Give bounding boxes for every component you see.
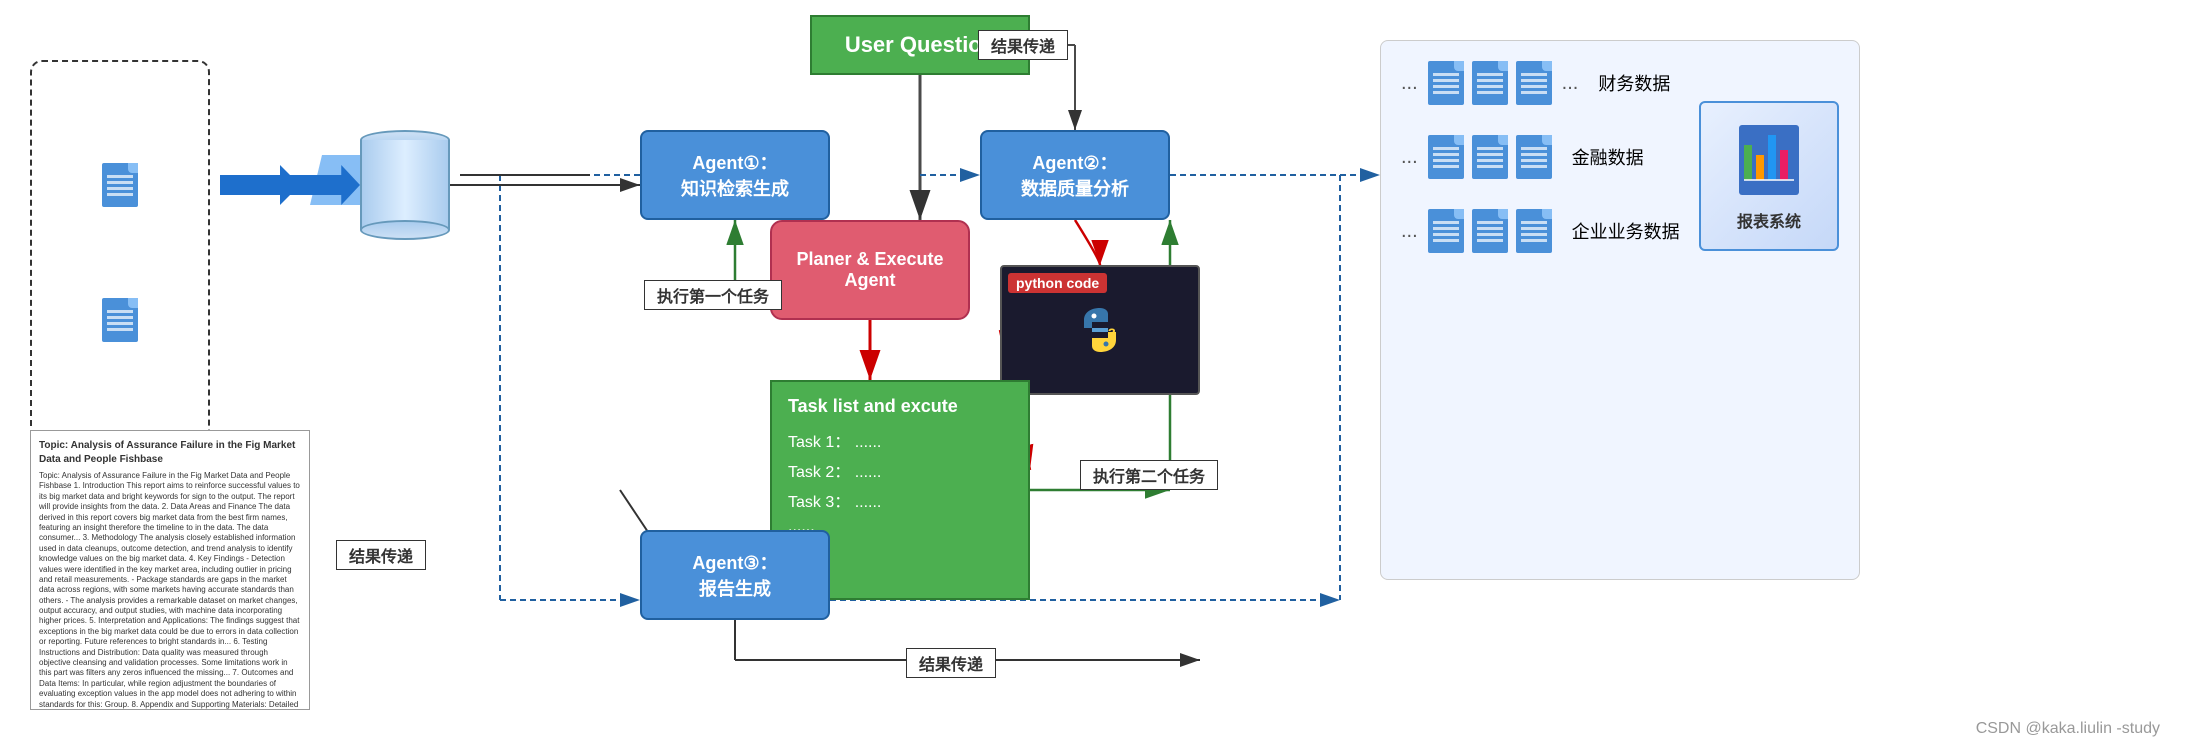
- business-label: 企业业务数据: [1572, 218, 1680, 244]
- csdn-watermark: CSDN @kaka.liulin -study: [1976, 720, 2160, 738]
- task3: Task 3： ......: [788, 488, 1012, 512]
- agent2-line1: Agent②：: [1021, 149, 1129, 175]
- agent1-line2: 知识检索生成: [681, 175, 789, 201]
- result-transfer-label-1: 结果传递: [978, 30, 1068, 60]
- agent2-line2: 数据质量分析: [1021, 175, 1129, 201]
- task1-value: ......: [855, 434, 882, 451]
- finance-doc-3: [1516, 135, 1552, 179]
- financial-doc-3: [1516, 61, 1552, 105]
- task3-value: ......: [855, 494, 882, 511]
- report-body-text: Topic: Analysis of Assurance Failure in …: [39, 471, 301, 710]
- financial-doc-1: [1428, 61, 1464, 105]
- task2-value: ......: [855, 464, 882, 481]
- finance-doc-2: [1472, 135, 1508, 179]
- agent1-box: Agent①： 知识检索生成: [640, 130, 830, 220]
- task-box-title: Task list and excute: [788, 396, 1012, 417]
- planer-line2: Agent: [796, 270, 943, 291]
- task2: Task 2： ......: [788, 458, 1012, 482]
- finance-icons: [1428, 135, 1552, 179]
- report-system-box: 报表系统: [1699, 101, 1839, 251]
- execute-task1-label: 执行第一个任务: [644, 280, 782, 310]
- financial-icons: [1428, 61, 1552, 105]
- report-system-label: 报表系统: [1737, 208, 1801, 232]
- agent3-box: Agent③： 报告生成: [640, 530, 830, 620]
- planer-box: Planer & Execute Agent: [770, 220, 970, 320]
- report-title-text: Topic: Analysis of Assurance Failure in …: [39, 439, 301, 467]
- doc-row-1: [102, 163, 138, 207]
- report-chart-icon: [1734, 120, 1804, 200]
- execute-task2-label: 执行第二个任务: [1080, 460, 1218, 490]
- finance-doc-1: [1428, 135, 1464, 179]
- financial-dots-before: ...: [1401, 72, 1418, 95]
- finance-dots-before: ...: [1401, 146, 1418, 169]
- business-dots-before: ...: [1401, 220, 1418, 243]
- agent1-line1: Agent①：: [681, 149, 789, 175]
- business-doc-3: [1516, 209, 1552, 253]
- agent3-line1: Agent③：: [692, 549, 777, 575]
- business-icons: [1428, 209, 1552, 253]
- result-transfer-label-2: 结果传递: [336, 540, 426, 570]
- right-data-area: ... ... 财务数据 ... 金融数据 ...: [1380, 40, 1860, 580]
- task3-label: Task 3：: [788, 494, 850, 511]
- doc-row-2: [102, 298, 138, 342]
- svg-text:3: 3: [1108, 325, 1116, 341]
- cylinder-bottom: [360, 220, 450, 240]
- diagram-container: User Question Agent①： 知识检索生成 Agent②： 数据质…: [0, 0, 2190, 753]
- python-logo-icon: 3: [1070, 300, 1130, 360]
- document-icon-2: [102, 298, 138, 342]
- planer-line1: Planer & Execute: [796, 249, 943, 270]
- financial-dots-after: ...: [1562, 72, 1579, 95]
- arrow-para-to-cylinder: [285, 165, 360, 205]
- task1-label: Task 1：: [788, 434, 850, 451]
- financial-label: 财务数据: [1598, 70, 1670, 96]
- result-transfer-label-3: 结果传递: [906, 648, 996, 678]
- agent2-box: Agent②： 数据质量分析: [980, 130, 1170, 220]
- financial-doc-2: [1472, 61, 1508, 105]
- task2-label: Task 2：: [788, 464, 850, 481]
- agent3-line2: 报告生成: [692, 575, 777, 601]
- python-code-label: python code: [1008, 273, 1107, 293]
- left-report-text: Topic: Analysis of Assurance Failure in …: [30, 430, 310, 710]
- task1: Task 1： ......: [788, 428, 1012, 452]
- cylinder-storage: [360, 130, 450, 240]
- financial-data-row: ... ... 财务数据: [1401, 61, 1839, 105]
- business-doc-2: [1472, 209, 1508, 253]
- user-question-label: User Question: [845, 32, 995, 58]
- finance-label: 金融数据: [1572, 144, 1644, 170]
- business-doc-1: [1428, 209, 1464, 253]
- python-code-box: python code 3: [1000, 265, 1200, 395]
- document-icon-1: [102, 163, 138, 207]
- cylinder-body: [360, 140, 450, 230]
